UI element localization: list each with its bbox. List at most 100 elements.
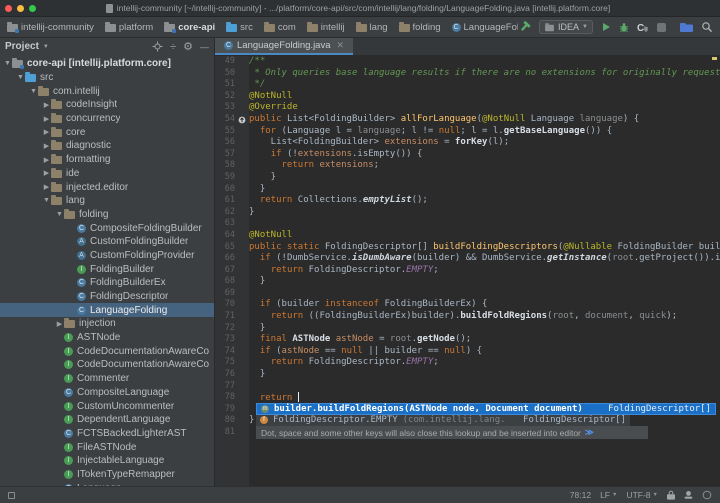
run-button[interactable] [601, 22, 611, 32]
tree-item[interactable]: ▼src [0, 71, 214, 85]
tree-item[interactable]: ▼lang [0, 194, 214, 208]
expand-arrow-icon[interactable]: ▼ [3, 60, 12, 67]
code-line[interactable]: 55 for (Language l = language; l != null… [215, 126, 720, 138]
code-line[interactable]: 74 if (astNode == null || builder == nul… [215, 346, 720, 358]
code-line[interactable]: 53@Override [215, 102, 720, 114]
code-line[interactable]: 57 if (!extensions.isEmpty()) { [215, 149, 720, 161]
tree-item[interactable]: ▼core-api [intellij.platform.core] [0, 57, 214, 71]
expand-arrow-icon[interactable]: ▶ [42, 169, 51, 177]
tree-item[interactable]: ▶diagnostic [0, 139, 214, 153]
breadcrumb-item-folding[interactable]: folding [399, 22, 441, 33]
tree-item[interactable]: ICodeDocumentationAwareCo [0, 358, 214, 372]
hide-panel-button[interactable]: — [200, 42, 209, 52]
close-window-button[interactable] [5, 5, 12, 12]
breadcrumb-item-core-api[interactable]: core-api [164, 22, 215, 33]
tree-item[interactable]: ▼com.intellij [0, 84, 214, 98]
code-line[interactable]: 63 [215, 218, 720, 230]
code-line[interactable]: 58 return extensions; [215, 160, 720, 172]
expand-arrow-icon[interactable]: ▶ [42, 183, 51, 191]
code-line[interactable]: 69 [215, 288, 720, 300]
expand-arrow-icon[interactable]: ▶ [42, 115, 51, 123]
tree-item[interactable]: IInjectableLanguage [0, 454, 214, 468]
expand-arrow-icon[interactable]: ▼ [42, 197, 51, 204]
expand-arrow-icon[interactable]: ▼ [55, 211, 64, 218]
run-configuration-select[interactable]: IDEA ▼ [539, 20, 593, 34]
tree-item[interactable]: ACustomFoldingProvider [0, 249, 214, 263]
tree-item[interactable]: ACustomFoldingBuilder [0, 235, 214, 249]
chevron-down-icon[interactable]: ▼ [43, 44, 49, 50]
completion-item[interactable]: fFoldingDescriptor.EMPTY(com.intellij.la… [256, 415, 630, 427]
code-line[interactable]: 70 if (builder instanceof FoldingBuilder… [215, 299, 720, 311]
code-line[interactable]: 77 [215, 381, 720, 393]
breadcrumb-item-intellij[interactable]: intellij [307, 22, 345, 33]
code-line[interactable]: 64@NotNull [215, 230, 720, 242]
tree-item[interactable]: ▶injected.editor [0, 180, 214, 194]
code-line[interactable]: 52@NotNull [215, 91, 720, 103]
code-line[interactable]: 51 */ [215, 79, 720, 91]
build-hammer-icon[interactable] [518, 21, 531, 34]
code-line[interactable]: 73 final ASTNode astNode = root.getNode(… [215, 334, 720, 346]
code-line[interactable]: 68 } [215, 276, 720, 288]
tree-item[interactable]: CCompositeLanguage [0, 386, 214, 400]
code-line[interactable]: 59 } [215, 172, 720, 184]
code-line[interactable]: 49/** [215, 56, 720, 68]
breadcrumb-item-lang[interactable]: lang [356, 22, 388, 33]
coverage-button[interactable]: C [637, 22, 649, 33]
highlighting-level-icon[interactable] [684, 490, 693, 500]
code-line[interactable]: 72 } [215, 323, 720, 335]
breadcrumb-item-LanguageFolding[interactable]: CLanguageFolding [452, 22, 519, 33]
expand-arrow-icon[interactable]: ▶ [42, 101, 51, 109]
tree-item[interactable]: ▶formatting [0, 153, 214, 167]
warning-stripe-mark[interactable] [712, 57, 717, 60]
tree-item[interactable]: IFoldingBuilder [0, 262, 214, 276]
tree-item[interactable]: ▶concurrency [0, 112, 214, 126]
toolwindow-switcher-icon[interactable] [8, 492, 15, 499]
code-line[interactable]: 71 return ((FoldingBuilderEx)builder).bu… [215, 311, 720, 323]
tree-item[interactable]: CLanguageFolding [0, 303, 214, 317]
editor-tab[interactable]: C LanguageFolding.java ✕ [215, 38, 353, 55]
tree-item[interactable]: IFileASTNode [0, 440, 214, 454]
code-line[interactable]: 65public static FoldingDescriptor[] buil… [215, 242, 720, 254]
breadcrumb-item-src[interactable]: src [226, 22, 253, 33]
expand-arrow-icon[interactable]: ▶ [42, 156, 51, 164]
completion-item[interactable]: mbuilder.buildFoldRegions(ASTNode node, … [256, 403, 716, 415]
tree-item[interactable]: ▶injection [0, 317, 214, 331]
tree-item[interactable]: ICommenter [0, 372, 214, 386]
tree-item[interactable]: IITokenTypeRemapper [0, 468, 214, 482]
caret-position-widget[interactable]: 78:12 [570, 490, 591, 500]
expand-arrow-icon[interactable]: ▶ [42, 142, 51, 150]
tree-item[interactable]: ▶codeInsight [0, 98, 214, 112]
readonly-lock-icon[interactable] [667, 490, 675, 500]
collapse-all-button[interactable]: ÷ [170, 42, 176, 52]
code-line[interactable]: 75 return FoldingDescriptor.EMPTY; [215, 357, 720, 369]
tree-item[interactable]: CCompositeFoldingBuilder [0, 221, 214, 235]
debug-button[interactable] [619, 22, 629, 33]
tree-item[interactable]: ICustomUncommenter [0, 399, 214, 413]
code-line[interactable]: 54public List<FoldingBuilder> allForLang… [215, 114, 720, 126]
close-icon[interactable]: ✕ [337, 40, 345, 51]
encoding-widget[interactable]: UTF-8▼ [626, 490, 658, 500]
expand-arrow-icon[interactable]: ▼ [29, 88, 38, 95]
expand-arrow-icon[interactable]: ▶ [42, 128, 51, 136]
breadcrumb-item-intellij-community[interactable]: intellij-community [7, 22, 94, 33]
breadcrumb-item-platform[interactable]: platform [105, 22, 153, 33]
locate-file-button[interactable] [152, 41, 163, 52]
tree-item[interactable]: IASTNode [0, 331, 214, 345]
stop-button[interactable] [657, 23, 666, 32]
code-line[interactable]: 60 } [215, 184, 720, 196]
tree-item[interactable]: CFoldingBuilderEx [0, 276, 214, 290]
code-line[interactable]: 62} [215, 207, 720, 219]
code-line[interactable]: 67 return FoldingDescriptor.EMPTY; [215, 265, 720, 277]
line-separator-widget[interactable]: LF▼ [600, 490, 617, 500]
code-editor[interactable]: 49/**50 * Only queries base language res… [215, 56, 720, 486]
tree-item[interactable]: CFoldingDescriptor [0, 290, 214, 304]
code-line[interactable]: 56 List<FoldingBuilder> extensions = for… [215, 137, 720, 149]
minimize-window-button[interactable] [17, 5, 24, 12]
code-line[interactable]: 50 * Only queries base language results … [215, 68, 720, 80]
tree-item[interactable]: CFCTSBackedLighterAST [0, 427, 214, 441]
code-line[interactable]: 76 } [215, 369, 720, 381]
tree-item[interactable]: ▶ide [0, 167, 214, 181]
tool-window-folder-icon[interactable] [680, 22, 693, 32]
tree-item[interactable]: ▶core [0, 125, 214, 139]
completion-hint-more-link[interactable]: ≫ [585, 427, 594, 438]
